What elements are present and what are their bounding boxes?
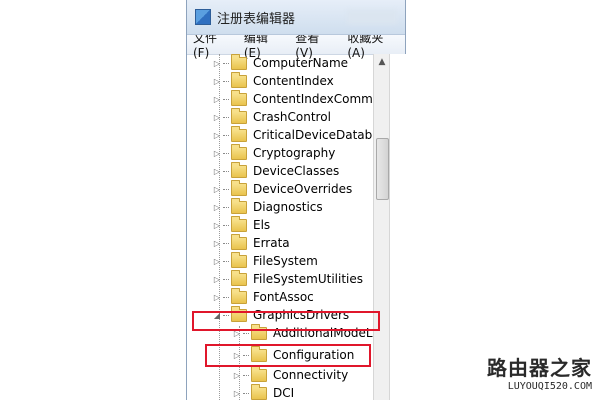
expand-arrow-icon[interactable]: ▷ bbox=[213, 257, 221, 266]
window-title: 注册表编辑器 bbox=[217, 11, 296, 27]
expand-arrow-icon[interactable]: ▷ bbox=[233, 371, 241, 380]
vertical-scrollbar[interactable]: ▲ bbox=[373, 54, 390, 400]
title-bar: 注册表编辑器 bbox=[187, 0, 405, 35]
highlight-box-configuration bbox=[205, 344, 371, 367]
tree-item-label: Els bbox=[253, 218, 271, 232]
watermark-url: LUYOUQI520.COM bbox=[507, 381, 592, 392]
expand-arrow-icon[interactable]: ▷ bbox=[213, 95, 221, 104]
blurred-area bbox=[347, 10, 397, 24]
folder-icon bbox=[231, 215, 247, 232]
values-pane[interactable] bbox=[389, 54, 406, 400]
tree-item-label: ContentIndex bbox=[253, 74, 334, 88]
tree-item[interactable]: ▷ CrashControl bbox=[213, 107, 331, 126]
folder-icon bbox=[231, 287, 247, 304]
tree-item[interactable]: ▷ ComputerName bbox=[213, 53, 349, 72]
scroll-thumb[interactable] bbox=[376, 138, 389, 200]
registry-app-icon bbox=[195, 9, 211, 25]
expand-arrow-icon[interactable]: ▷ bbox=[213, 275, 221, 284]
folder-icon bbox=[231, 89, 247, 106]
expand-arrow-icon[interactable]: ▷ bbox=[213, 149, 221, 158]
tree-item[interactable]: ▷ FileSystemUtilities bbox=[213, 269, 363, 288]
expand-arrow-icon[interactable]: ▷ bbox=[213, 113, 221, 122]
tree-item-label: CrashControl bbox=[253, 110, 331, 124]
expand-arrow-icon[interactable]: ▷ bbox=[213, 167, 221, 176]
expand-arrow-icon[interactable]: ▷ bbox=[213, 221, 221, 230]
tree-item[interactable]: ▷ Errata bbox=[213, 233, 290, 252]
tree-item[interactable]: ▷ DCI bbox=[233, 383, 295, 402]
tree-item[interactable]: ▷ DeviceOverrides bbox=[213, 179, 353, 198]
expand-arrow-icon[interactable]: ▷ bbox=[213, 203, 221, 212]
tree-item[interactable]: ▷ CriticalDeviceDatabase bbox=[213, 125, 393, 144]
watermark-name: 路由器之家 bbox=[487, 356, 592, 380]
expand-arrow-icon[interactable]: ▷ bbox=[233, 389, 241, 398]
tree-item[interactable]: ▷ DeviceClasses bbox=[213, 161, 340, 180]
tree-item[interactable]: ▷ ContentIndexCommon bbox=[213, 89, 388, 108]
menu-bar: 文件(F) 编辑(E) 查看(V) 收藏夹(A) bbox=[187, 31, 405, 60]
folder-icon bbox=[231, 107, 247, 124]
folder-icon bbox=[231, 71, 247, 88]
folder-icon bbox=[251, 365, 267, 382]
expand-arrow-icon[interactable]: ▷ bbox=[213, 239, 221, 248]
tree-item[interactable]: ▷ FontAssoc bbox=[213, 287, 314, 306]
expand-arrow-icon[interactable]: ▷ bbox=[213, 293, 221, 302]
tree-item-label: FontAssoc bbox=[253, 290, 314, 304]
tree-item-label: FileSystem bbox=[253, 254, 318, 268]
tree-item[interactable]: ▷ ContentIndex bbox=[213, 71, 334, 90]
tree-item[interactable]: ▷ Els bbox=[213, 215, 271, 234]
expand-arrow-icon[interactable]: ▷ bbox=[213, 131, 221, 140]
tree-item-label: DeviceClasses bbox=[253, 164, 340, 178]
expand-arrow-icon[interactable]: ▷ bbox=[213, 77, 221, 86]
folder-icon bbox=[231, 269, 247, 286]
tree-item[interactable]: ▷ Cryptography bbox=[213, 143, 336, 162]
folder-icon bbox=[231, 161, 247, 178]
site-watermark: 路由器之家 LUYOUQI520.COM bbox=[487, 352, 592, 392]
folder-icon bbox=[231, 233, 247, 250]
tree-item[interactable]: ▷ FileSystem bbox=[213, 251, 318, 270]
folder-icon bbox=[231, 53, 247, 70]
folder-icon bbox=[231, 197, 247, 214]
expand-arrow-icon[interactable]: ▷ bbox=[213, 59, 221, 68]
registry-editor-window: 注册表编辑器 文件(F) 编辑(E) 查看(V) 收藏夹(A) ▷ Comput… bbox=[186, 0, 406, 400]
tree-item-label: Errata bbox=[253, 236, 290, 250]
folder-icon bbox=[231, 125, 247, 142]
folder-icon bbox=[231, 251, 247, 268]
folder-icon bbox=[251, 383, 267, 400]
tree-item-label: Diagnostics bbox=[253, 200, 323, 214]
tree-item-label: DCI bbox=[273, 386, 295, 400]
expand-arrow-icon[interactable]: ▷ bbox=[213, 185, 221, 194]
tree-item-label: Cryptography bbox=[253, 146, 336, 160]
tree-item-label: Connectivity bbox=[273, 368, 349, 382]
folder-icon bbox=[231, 179, 247, 196]
tree-item-label: FileSystemUtilities bbox=[253, 272, 363, 286]
tree-item[interactable]: ▷ Diagnostics bbox=[213, 197, 323, 216]
tree-item-label: ComputerName bbox=[253, 56, 349, 70]
tree-item-label: DeviceOverrides bbox=[253, 182, 353, 196]
scroll-up-icon[interactable]: ▲ bbox=[374, 54, 390, 70]
tree-item[interactable]: ▷ Connectivity bbox=[233, 365, 349, 384]
highlight-box-graphicsdrivers bbox=[192, 311, 380, 331]
folder-icon bbox=[231, 143, 247, 160]
tree-item-label: ContentIndexCommon bbox=[253, 92, 388, 106]
